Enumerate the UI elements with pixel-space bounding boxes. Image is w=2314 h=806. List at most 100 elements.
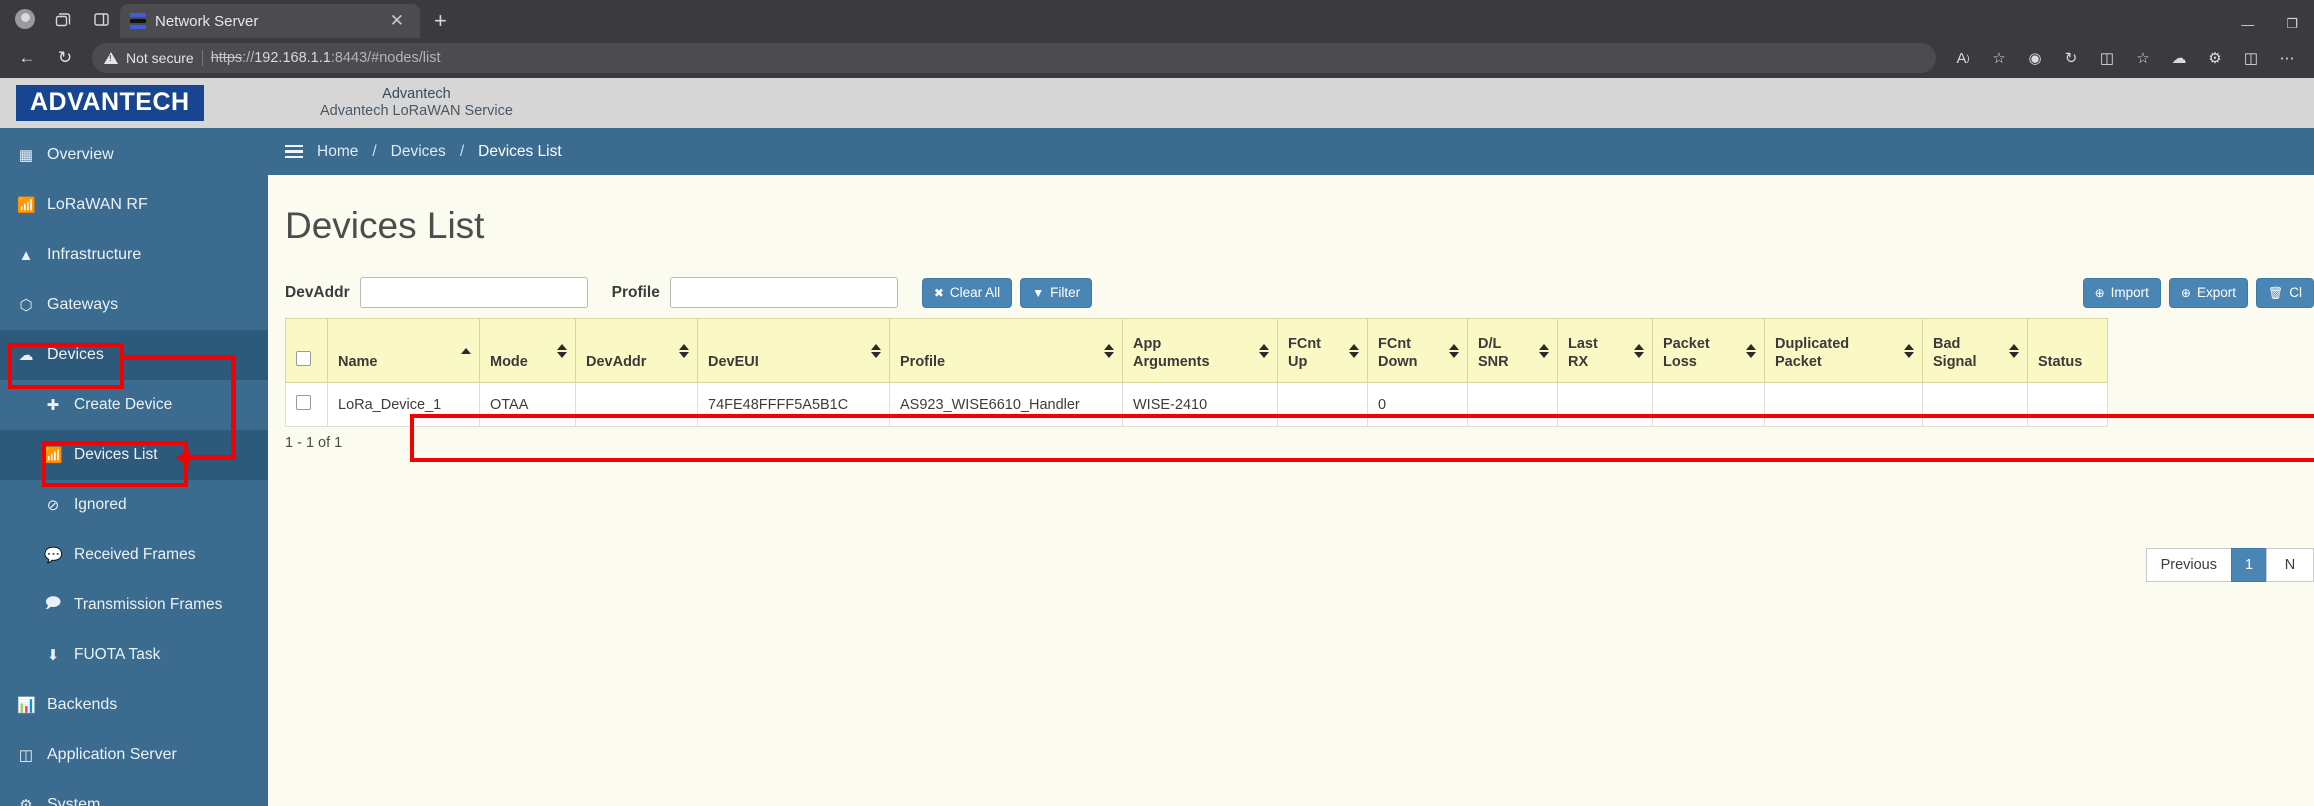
address-bar[interactable]: Not secure https://192.168.1.1:8443/#nod…: [92, 43, 1936, 73]
devaddr-label: DevAddr: [285, 283, 350, 301]
sidebar-item-received-frames[interactable]: 💬 Received Frames: [0, 530, 268, 580]
th-devaddr[interactable]: DevAddr: [575, 318, 698, 383]
read-aloud-icon[interactable]: A): [1946, 43, 1980, 73]
sidebar-item-application-server[interactable]: ◫ Application Server: [0, 730, 268, 780]
sidebar-item-label: Infrastructure: [47, 246, 142, 263]
sort-icon[interactable]: [679, 343, 689, 358]
th-status[interactable]: Status: [2027, 318, 2108, 383]
clear-all-button[interactable]: ✖ Clear All: [921, 277, 1013, 308]
sort-icon[interactable]: [1449, 343, 1459, 358]
sidebar-item-infrastructure[interactable]: ▲ Infrastructure: [0, 230, 268, 280]
devices-icon: ☁: [18, 347, 34, 364]
filter-button[interactable]: ▼ Filter: [1020, 277, 1093, 308]
sidebar-item-gateways[interactable]: ⬡ Gateways: [0, 280, 268, 330]
back-button[interactable]: ←: [10, 43, 44, 73]
cell-name[interactable]: LoRa_Device_1: [327, 382, 480, 427]
th-fcnt-up[interactable]: FCnt Up: [1277, 318, 1368, 383]
split-screen-icon[interactable]: ◫: [2090, 43, 2124, 73]
gateway-icon: ⬡: [19, 297, 33, 314]
browser-essentials-icon[interactable]: ☁: [2162, 43, 2196, 73]
workspaces-icon[interactable]: [44, 3, 82, 35]
sort-icon[interactable]: [1104, 343, 1114, 358]
cell-select[interactable]: [285, 382, 328, 427]
th-select-all[interactable]: [285, 318, 328, 383]
sidebar-item-overview[interactable]: ▦ Overview: [0, 130, 268, 180]
not-secure-warning-icon: [104, 52, 118, 64]
th-mode[interactable]: Mode: [479, 318, 576, 383]
page-1-button[interactable]: 1: [2231, 548, 2267, 582]
profile-avatar[interactable]: [6, 3, 44, 35]
breadcrumb-devices[interactable]: Devices: [391, 143, 446, 161]
new-tab-button[interactable]: +: [420, 8, 461, 34]
browser-tab[interactable]: Network Server ✕: [120, 4, 420, 38]
advantech-logo: ADVANTECH: [16, 85, 204, 121]
previous-page-button[interactable]: Previous: [2145, 548, 2232, 582]
sort-icon[interactable]: [557, 343, 567, 358]
tab-actions-icon[interactable]: [82, 3, 120, 35]
select-all-checkbox[interactable]: [296, 350, 311, 366]
favorite-star-icon[interactable]: ☆: [1982, 43, 2016, 73]
sidebar-item-devices[interactable]: ☁ Devices: [0, 330, 268, 380]
sort-icon[interactable]: [2009, 343, 2019, 358]
minimize-button[interactable]: —: [2225, 17, 2270, 32]
sort-icon[interactable]: [1746, 343, 1756, 358]
toolbar-icons: A) ☆ ◉ ↻ ◫ ☆ ☁ ⚙ ◫ ⋯: [1946, 43, 2304, 73]
th-app-arguments[interactable]: App Arguments: [1122, 318, 1278, 383]
sidebar-item-label: Received Frames: [74, 546, 196, 563]
sort-icon[interactable]: [1634, 343, 1644, 358]
export-label: Export: [2196, 285, 2237, 300]
sidebar-toggle-icon[interactable]: ◫: [2234, 43, 2268, 73]
sidebar-item-system[interactable]: ⚙ System: [0, 780, 268, 806]
th-dl-snr[interactable]: D/L SNR: [1467, 318, 1558, 383]
th-profile[interactable]: Profile: [889, 318, 1123, 383]
sort-icon[interactable]: [1904, 343, 1914, 358]
sidebar-item-create-device[interactable]: ✚ Create Device: [0, 380, 268, 430]
devaddr-input[interactable]: [359, 277, 588, 308]
th-name[interactable]: Name: [327, 318, 480, 383]
reload-button[interactable]: ↻: [48, 43, 82, 73]
th-packet-loss[interactable]: Packet Loss: [1652, 318, 1765, 383]
breadcrumb: Home / Devices / Devices List: [268, 128, 2314, 175]
sort-icon[interactable]: [1349, 343, 1359, 358]
refresh-browser-icon[interactable]: ↻: [2054, 43, 2088, 73]
import-button[interactable]: ⊕ Import: [2082, 277, 2161, 308]
copilot-icon[interactable]: ◉: [2018, 43, 2052, 73]
th-last-rx[interactable]: Last RX: [1557, 318, 1653, 383]
comments-icon: 💬: [44, 547, 63, 564]
sidebar-item-ignored[interactable]: ⊘ Ignored: [0, 480, 268, 530]
extensions-icon[interactable]: ⚙: [2198, 43, 2232, 73]
next-page-button[interactable]: N: [2266, 548, 2314, 582]
profile-input[interactable]: [669, 277, 898, 308]
more-settings-icon[interactable]: ⋯: [2270, 43, 2304, 73]
browser-toolbar: ← ↻ Not secure https://192.168.1.1:8443/…: [0, 38, 2314, 78]
sort-icon[interactable]: [871, 343, 881, 358]
sidebar-item-devices-list[interactable]: 📶 Devices List: [0, 430, 268, 480]
sidebar-item-label: LoRaWAN RF: [47, 196, 148, 213]
sort-icon[interactable]: [1539, 343, 1549, 358]
clear-button[interactable]: 🗑 Cl: [2256, 277, 2314, 308]
th-deveui[interactable]: DevEUI: [697, 318, 890, 383]
sidebar-item-transmission-frames[interactable]: 🗩 Transmission Frames: [0, 580, 268, 630]
close-icon[interactable]: ✕: [384, 11, 410, 31]
export-button[interactable]: ⊕ Export: [2168, 277, 2249, 308]
sidebar-item-backends[interactable]: 📊 Backends: [0, 680, 268, 730]
sidebar-item-lorawan-rf[interactable]: 📶 LoRaWAN RF: [0, 180, 268, 230]
table-row[interactable]: LoRa_Device_1 OTAA 74FE48FFFF5A5B1C AS92…: [285, 382, 2108, 427]
sort-icon[interactable]: [1259, 343, 1269, 358]
th-fcnt-down[interactable]: FCnt Down: [1367, 318, 1468, 383]
th-bad-signal[interactable]: Bad Signal: [1922, 318, 2028, 383]
th-duplicated-packet[interactable]: Duplicated Packet: [1764, 318, 1923, 383]
breadcrumb-home[interactable]: Home: [317, 143, 358, 161]
sidebar-item-label: Create Device: [74, 396, 173, 413]
sidebar-item-fuota-task[interactable]: ⬇ FUOTA Task: [0, 630, 268, 680]
menu-toggle-icon[interactable]: [285, 144, 303, 159]
security-label: Not secure: [126, 50, 194, 66]
sort-asc-icon[interactable]: [461, 347, 471, 354]
maximize-button[interactable]: ❐: [2270, 16, 2314, 32]
cell-fcnt-down: 0: [1367, 382, 1468, 427]
url-text: https://192.168.1.1:8443/#nodes/list: [211, 50, 441, 66]
cell-profile[interactable]: AS923_WISE6610_Handler: [889, 382, 1123, 427]
table-actions: ⊕ Import ⊕ Export 🗑 Cl: [2082, 277, 2314, 308]
collections-icon[interactable]: ☆: [2126, 43, 2160, 73]
row-checkbox[interactable]: [296, 395, 311, 410]
